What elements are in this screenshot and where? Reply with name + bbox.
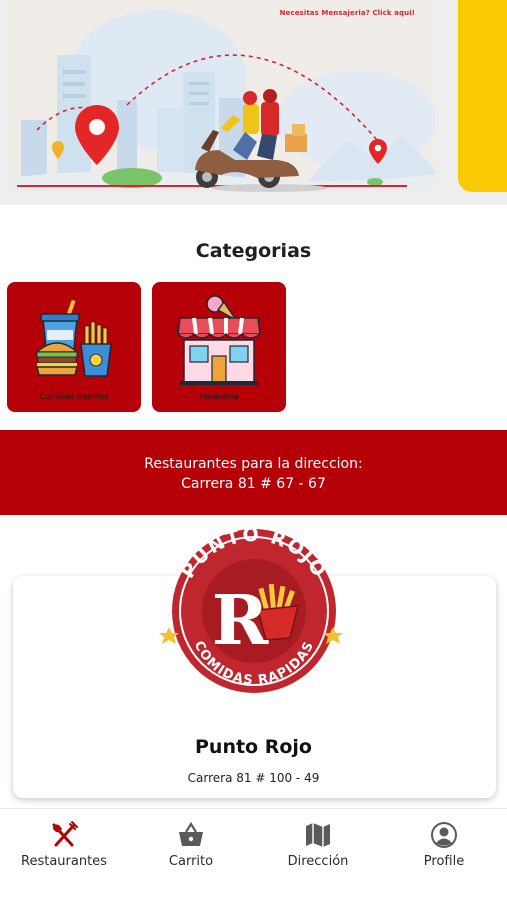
fast-food-icon	[35, 299, 112, 377]
app-screen: Necesitas Mensajeria? Click aqui! Catego…	[0, 0, 507, 900]
address-value: Carrera 81 # 67 - 67	[181, 476, 326, 492]
categories-title: Categorias	[195, 240, 312, 262]
courier-service-link[interactable]: Necesitas Mensajeria? Click aqui!	[280, 9, 415, 17]
nav-item-profile[interactable]: Profile	[381, 809, 507, 879]
category-label: Heladeria	[199, 392, 239, 401]
nav-label: Restaurantes	[21, 854, 107, 869]
ice-cream-shop-icon	[177, 295, 261, 385]
delivery-address-banner: Restaurantes para la direccion: Carrera …	[0, 430, 507, 515]
address-caption: Restaurantes para la direccion:	[144, 456, 363, 472]
restaurant-address: Carrera 81 # 100 - 49	[187, 771, 320, 785]
nav-label: Carrito	[168, 854, 214, 869]
nav-item-carrito[interactable]: Carrito	[128, 809, 254, 879]
basket-icon	[179, 821, 203, 846]
nav-label: Dirección	[287, 854, 349, 869]
category-label: Comidas Rapidas	[39, 392, 109, 401]
category-comidas-rapidas[interactable]: Comidas Rapidas	[7, 282, 141, 412]
delivery-illustration	[7, 10, 435, 192]
promo-carousel[interactable]: Necesitas Mensajeria? Click aqui!	[0, 0, 507, 205]
restaurant-logo: PUNTO ROJO COMIDAS RAPIDAS R	[159, 526, 343, 695]
profile-icon	[431, 822, 457, 848]
category-heladeria[interactable]: Heladeria	[152, 282, 286, 412]
nav-item-restaurantes[interactable]: Restaurantes	[1, 809, 127, 879]
map-icon	[306, 823, 330, 847]
bottom-navigation: Restaurantes Carrito Dirección Profile	[0, 808, 507, 900]
nav-label: Profile	[423, 854, 465, 869]
restaurant-name[interactable]: Punto Rojo	[0, 736, 507, 758]
delivery-promo-banner[interactable]: Necesitas Mensajeria? Click aqui!	[7, 0, 435, 192]
logo-letter: R	[212, 581, 269, 661]
next-promo-banner[interactable]	[458, 0, 507, 192]
nav-item-direccion[interactable]: Dirección	[255, 809, 381, 879]
fork-knife-icon	[52, 821, 78, 847]
